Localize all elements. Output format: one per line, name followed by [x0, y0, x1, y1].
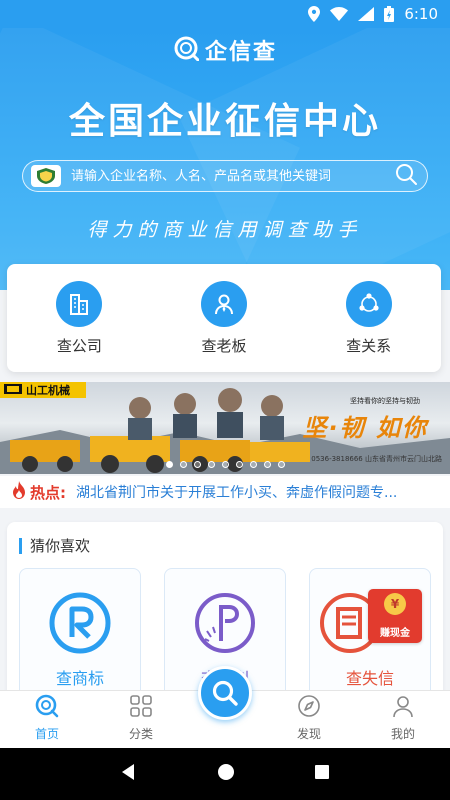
carousel-dot[interactable] — [221, 461, 229, 468]
carousel-dot[interactable] — [193, 461, 201, 468]
hot-headline-link[interactable]: 湖北省荆门市关于开展工作小买、奔虚作假问题专... — [76, 482, 397, 502]
tab-label: 我的 — [390, 727, 415, 741]
status-time: 6:10 — [404, 5, 438, 23]
tab-mine[interactable]: 我的 — [363, 694, 443, 742]
hot-news-row[interactable]: 热点: 湖北省荆门市关于开展工作小买、奔虚作假问题专... — [0, 476, 450, 508]
hero-section: 企信查 全国企业征信中心 得力的商业信用调查助手 — [0, 28, 450, 290]
feature-card: 查公司 查老板 查关系 — [7, 264, 441, 372]
coin-icon: ¥ — [384, 593, 406, 615]
search-icon[interactable] — [395, 163, 417, 189]
carousel-dot[interactable] — [263, 461, 271, 468]
tab-label: 分类 — [128, 727, 153, 741]
banner-title: 坚·韧 如你 — [302, 414, 428, 442]
fire-icon — [12, 481, 26, 503]
person-icon — [200, 280, 247, 327]
recommend-label: 查失信 — [345, 669, 394, 688]
ad-banner[interactable]: 山工机械 坚持看你的坚持与韧劲 坚·韧 如你 0536-3818666 山东省青… — [0, 382, 450, 474]
carousel-dots — [0, 461, 450, 468]
tab-label: 发现 — [296, 727, 321, 741]
user-icon — [391, 694, 415, 722]
carousel-dot[interactable] — [235, 461, 243, 468]
hero-headline: 全国企业征信中心 — [68, 101, 381, 142]
feature-boss[interactable]: 查老板 — [169, 280, 279, 356]
carousel-dot[interactable] — [179, 461, 187, 468]
tab-label: 首页 — [34, 727, 59, 741]
wifi-icon — [330, 7, 349, 21]
app-name: 企信查 — [204, 40, 277, 65]
battery-icon — [384, 6, 395, 22]
feature-company[interactable]: 查公司 — [24, 280, 134, 356]
home-button-icon[interactable] — [217, 763, 235, 785]
banner-brand: 山工机械 — [0, 382, 86, 398]
network-icon — [345, 280, 392, 327]
brand-logo-icon — [4, 383, 22, 397]
recommend-trademark[interactable]: 查商标 — [19, 568, 141, 702]
search-input[interactable] — [71, 168, 395, 184]
location-icon — [308, 6, 321, 22]
feature-label: 查公司 — [56, 336, 102, 355]
system-nav-bar — [0, 748, 450, 800]
carousel-dot[interactable] — [207, 461, 215, 468]
compass-icon — [297, 694, 321, 722]
carousel-dot[interactable] — [249, 461, 257, 468]
hot-label: 热点: — [30, 483, 66, 502]
back-icon[interactable] — [120, 763, 138, 785]
recommend-label: 查商标 — [55, 669, 104, 688]
tab-home[interactable]: 首页 — [7, 694, 87, 742]
home-icon — [35, 694, 59, 722]
signal-icon — [358, 7, 375, 21]
app-header: 企信查 — [0, 34, 450, 66]
patent-icon — [193, 591, 257, 655]
tab-search[interactable] — [195, 666, 255, 742]
feature-label: 查老板 — [201, 336, 247, 355]
grid-icon — [129, 694, 153, 722]
banner-brand-name: 山工机械 — [26, 384, 70, 397]
feature-relation[interactable]: 查关系 — [314, 280, 424, 356]
recommend-dishonest[interactable]: ¥ 赚现金 查失信 — [309, 568, 431, 702]
bottom-tabbar: 首页 分类 发现 我的 — [0, 666, 450, 748]
search-bar[interactable] — [22, 160, 428, 192]
red-packet-label: 赚现金 — [380, 628, 410, 639]
trademark-icon — [48, 591, 112, 655]
search-icon[interactable] — [198, 666, 252, 720]
feature-label: 查关系 — [346, 336, 392, 355]
building-icon — [56, 280, 103, 327]
app-logo-icon — [173, 35, 200, 65]
carousel-dot[interactable] — [165, 461, 173, 468]
carousel-dot[interactable] — [277, 461, 285, 468]
status-bar: 6:10 — [0, 0, 450, 28]
tab-category[interactable]: 分类 — [101, 694, 181, 742]
credit-badge-icon — [31, 165, 61, 187]
recents-icon[interactable] — [314, 764, 330, 784]
red-packet-badge[interactable]: ¥ 赚现金 — [368, 589, 422, 643]
recommend-title: 猜你喜欢 — [19, 538, 90, 554]
tab-discover[interactable]: 发现 — [269, 694, 349, 742]
banner-subtitle: 坚持看你的坚持与韧劲 — [350, 397, 420, 405]
hero-slogan: 得力的商业信用调查助手 — [87, 219, 363, 241]
